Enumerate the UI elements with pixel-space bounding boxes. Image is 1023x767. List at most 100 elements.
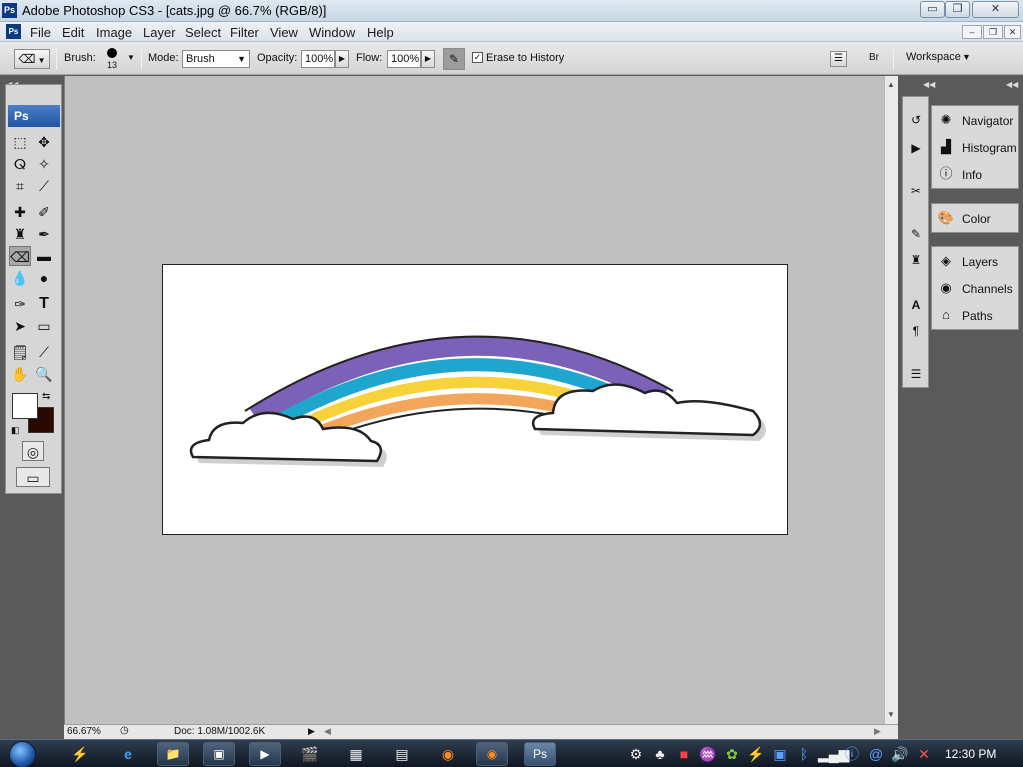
network-tray-icon[interactable]: @ [866,744,886,764]
panel-tab-paths[interactable]: ⌂ Paths [932,302,1018,329]
taskbar-media[interactable]: ▶ [249,742,281,766]
chevron-down-icon[interactable]: ▼ [962,52,971,62]
erase-history-checkbox[interactable]: ✓ [472,52,483,63]
internet-explorer-icon[interactable]: e [118,744,138,764]
screen-mode-icon[interactable]: ▭ [16,467,50,487]
collapse-arrows-icon[interactable]: ◀◀ [923,80,935,89]
doc-close-button[interactable]: ✕ [1004,25,1021,39]
panel-tab-layers[interactable]: ◈ Layers [932,248,1018,275]
type-tool-icon[interactable]: T [33,294,55,314]
start-button[interactable] [9,741,36,767]
signal-strength-icon[interactable]: ▂▄▆ [818,744,849,764]
taskbar-firefox[interactable]: ◉ [476,742,508,766]
document-image[interactable] [162,264,788,535]
dodge-tool-icon[interactable]: ● [33,268,55,288]
magic-wand-tool-icon[interactable]: ✧ [33,154,55,174]
panel-tab-histogram[interactable]: ▟ Histogram [932,134,1018,161]
hand-tool-icon[interactable]: ✋ [9,364,31,384]
palette-well-icon[interactable]: ☰ [830,51,847,67]
firefox-icon[interactable]: ◉ [438,744,458,764]
quick-launch-icon[interactable]: ⚡ [70,744,90,764]
panel-tab-info[interactable]: ⓘ Info [932,161,1018,188]
tray-icon[interactable]: ♒ [698,744,718,764]
quick-mask-icon[interactable]: ◎ [22,441,44,461]
flow-slider-toggle[interactable]: ▶ [421,50,435,68]
paragraph-panel-icon[interactable]: ¶ [906,320,926,340]
menu-layer[interactable]: Layer [143,25,176,40]
document-icon[interactable]: Ps [6,24,21,39]
pen-tool-icon[interactable]: ✑ [9,294,31,314]
tray-icon[interactable]: ♣ [650,744,670,764]
tray-icon[interactable]: ✿ [722,744,742,764]
scroll-down-icon[interactable]: ▼ [887,710,895,719]
panel-tab-navigator[interactable]: ✺ Navigator [932,107,1018,134]
tray-icon[interactable]: ■ [674,744,694,764]
menu-image[interactable]: Image [96,25,132,40]
close-button[interactable]: ✕ [972,1,1019,18]
app-icon[interactable]: ▦ [346,744,366,764]
path-selection-tool-icon[interactable]: ➤ [9,316,31,336]
brush-tool-icon[interactable]: ✐ [33,202,55,222]
clock[interactable]: 12:30 PM [945,747,996,761]
blur-tool-icon[interactable]: 💧 [9,268,31,288]
canvas-area[interactable] [64,76,884,724]
brush-preview-icon[interactable] [107,48,117,58]
status-menu-arrow-icon[interactable]: ▶ [308,726,315,737]
eraser-tool-icon[interactable]: ⌫ [9,246,31,266]
tool-preset-picker[interactable]: ⌫ ▼ [14,49,50,69]
actions-panel-icon[interactable]: ▶ [906,137,926,157]
bluetooth-icon[interactable]: ᛒ [794,744,814,764]
history-panel-icon[interactable]: ↺ [906,109,926,129]
maximize-button[interactable]: ❐ [945,1,970,18]
minimize-button[interactable]: ▭ [920,1,945,18]
swap-colors-icon[interactable]: ⇆ [42,391,50,402]
eyedropper-tool-icon[interactable]: ⟋ [33,342,55,362]
taskbar-app[interactable]: ▣ [203,742,235,766]
notes-tool-icon[interactable]: 🗒 [9,342,31,362]
calculator-icon[interactable]: ▤ [392,744,412,764]
default-colors-icon[interactable]: ◧ [11,425,20,436]
healing-brush-tool-icon[interactable]: ✚ [9,202,31,222]
menu-filter[interactable]: Filter [230,25,259,40]
film-icon[interactable]: 🎬 [300,744,320,764]
shape-tool-icon[interactable]: ▭ [33,316,55,336]
panel-tab-color[interactable]: 🎨 Color [932,205,1018,232]
marquee-tool-icon[interactable]: ⬚ [9,132,31,152]
clone-stamp-tool-icon[interactable]: ♜ [9,224,31,244]
character-panel-icon[interactable]: A [906,294,926,314]
info-tray-icon[interactable]: ⓘ [842,744,862,764]
opacity-input[interactable]: 100% [301,50,335,68]
layer-comps-icon[interactable]: ☰ [906,363,926,383]
tray-icon[interactable]: ▣ [770,744,790,764]
brush-picker-chevron-icon[interactable]: ▼ [127,53,135,62]
zoom-tool-icon[interactable]: 🔍 [33,364,55,384]
scroll-up-icon[interactable]: ▲ [887,80,895,89]
lasso-tool-icon[interactable]: ⵕ [9,154,31,174]
menu-help[interactable]: Help [367,25,394,40]
menu-select[interactable]: Select [185,25,221,40]
bridge-icon[interactable]: Br [862,50,886,68]
scroll-right-icon[interactable]: ▶ [874,726,881,737]
taskbar-photoshop[interactable]: Ps [524,742,556,766]
tray-icon[interactable]: ⚙ [626,744,646,764]
slice-tool-icon[interactable]: ⟋ [33,176,55,196]
flow-input[interactable]: 100% [387,50,421,68]
menu-file[interactable]: File [30,25,51,40]
opacity-slider-toggle[interactable]: ▶ [335,50,349,68]
airbrush-toggle[interactable]: ✎ [443,48,465,70]
doc-restore-button[interactable]: ❐ [983,25,1003,39]
taskbar-explorer[interactable]: 📁 [157,742,189,766]
workspace-menu[interactable]: Workspace [906,51,961,63]
status-info-icon[interactable]: ◷ [120,725,129,736]
tool-presets-icon[interactable]: ✂ [906,180,926,200]
scroll-left-icon[interactable]: ◀ [324,726,331,737]
menu-edit[interactable]: Edit [62,25,84,40]
move-tool-icon[interactable]: ✥ [33,132,55,152]
foreground-color-swatch[interactable] [12,393,38,419]
brushes-panel-icon[interactable]: ✎ [906,223,926,243]
zoom-level-input[interactable]: 66.67% [67,726,113,739]
network-status-icon[interactable]: ✕ [914,744,934,764]
crop-tool-icon[interactable]: ⌗ [9,176,31,196]
menu-window[interactable]: Window [309,25,355,40]
menu-view[interactable]: View [270,25,298,40]
